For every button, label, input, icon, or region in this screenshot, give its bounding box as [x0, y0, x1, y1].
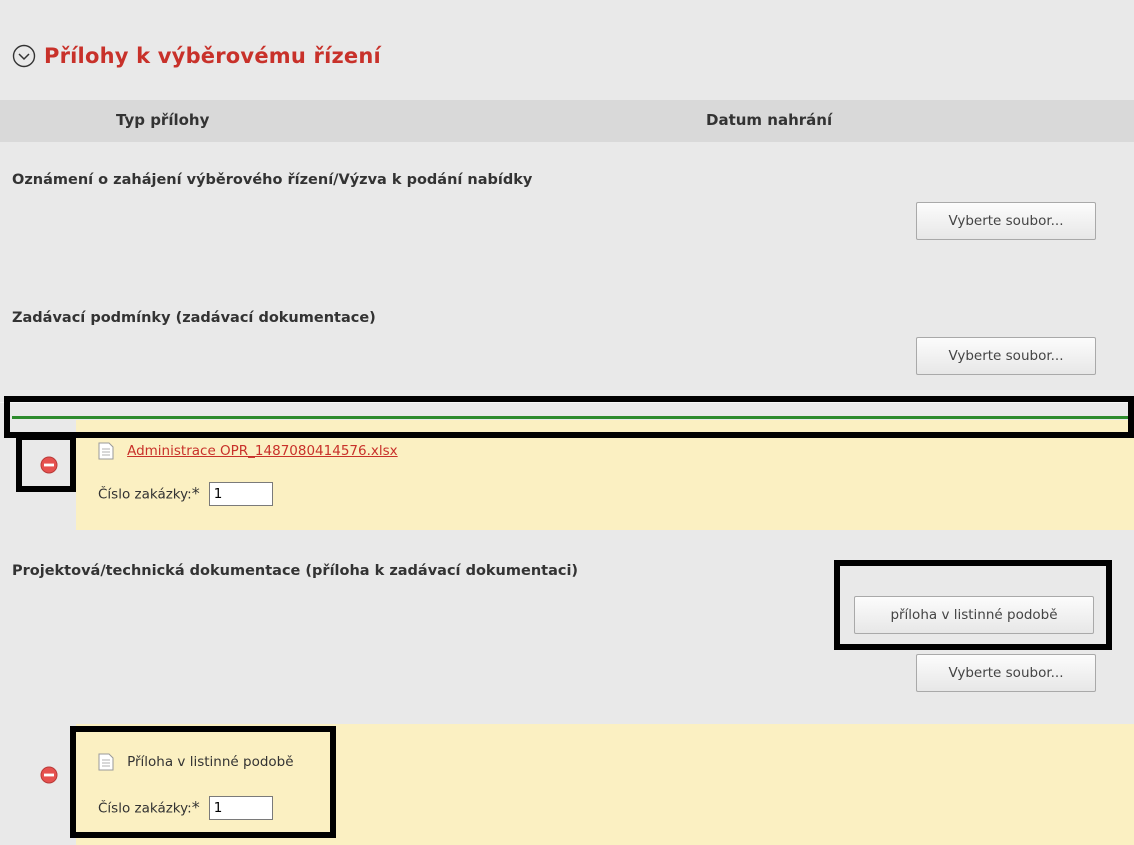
required-mark: * [191, 483, 200, 503]
file-entry: Administrace OPR_1487080414576.xlsx [98, 440, 398, 460]
section-title: Přílohy k výběrovému řízení [44, 44, 381, 68]
attachment-row-tender-conditions: Zadávací podmínky (zadávací dokumentace)… [0, 278, 1134, 403]
order-number-input[interactable] [208, 796, 273, 820]
attachment-row-project-documentation: Projektová/technická dokumentace (příloh… [0, 530, 1134, 725]
attachment-row-announcement: Oznámení o zahájení výběrového řízení/Vý… [0, 142, 1134, 279]
document-icon [98, 442, 114, 459]
column-header-type: Typ přílohy [116, 111, 210, 129]
table-header: Typ přílohy Datum nahrání [0, 100, 1134, 142]
uploaded-file-row: Administrace OPR_1487080414576.xlsx Čísl… [76, 420, 1134, 530]
file-name: Příloha v listinné podobě [127, 753, 294, 770]
file-row-gutter [0, 724, 76, 845]
order-number-label: Číslo zakázky: [98, 800, 192, 817]
attachment-type-label: Zadávací podmínky (zadávací dokumentace) [12, 310, 376, 326]
order-number-field: Číslo zakázky:* [98, 482, 273, 506]
attachments-panel: Přílohy k výběrovému řízení Typ přílohy … [0, 0, 1134, 845]
remove-icon[interactable] [40, 456, 58, 474]
required-mark: * [191, 797, 200, 817]
section-header[interactable]: Přílohy k výběrovému řízení [12, 36, 381, 76]
file-row-gutter [0, 420, 76, 530]
attachment-type-label: Projektová/technická dokumentace (příloh… [12, 563, 579, 579]
select-file-button[interactable]: Vyberte soubor... [916, 337, 1096, 375]
order-number-label: Číslo zakázky: [98, 486, 192, 503]
column-header-date: Datum nahrání [706, 111, 833, 129]
file-link[interactable]: Administrace OPR_1487080414576.xlsx [127, 443, 398, 459]
order-number-input[interactable] [208, 482, 273, 506]
order-number-field: Číslo zakázky:* [98, 796, 273, 820]
document-icon [98, 753, 114, 770]
paper-attachment-button[interactable]: příloha v listinné podobě [854, 596, 1094, 634]
chevron-circle-down-icon[interactable] [12, 44, 36, 68]
divider-line [12, 416, 1134, 419]
select-file-button[interactable]: Vyberte soubor... [916, 654, 1096, 692]
file-entry: Příloha v listinné podobě [98, 751, 294, 771]
attachment-type-label: Oznámení o zahájení výběrového řízení/Vý… [12, 172, 533, 188]
remove-icon[interactable] [40, 766, 58, 784]
uploaded-file-row: Příloha v listinné podobě Číslo zakázky:… [76, 724, 1134, 845]
select-file-button[interactable]: Vyberte soubor... [916, 202, 1096, 240]
